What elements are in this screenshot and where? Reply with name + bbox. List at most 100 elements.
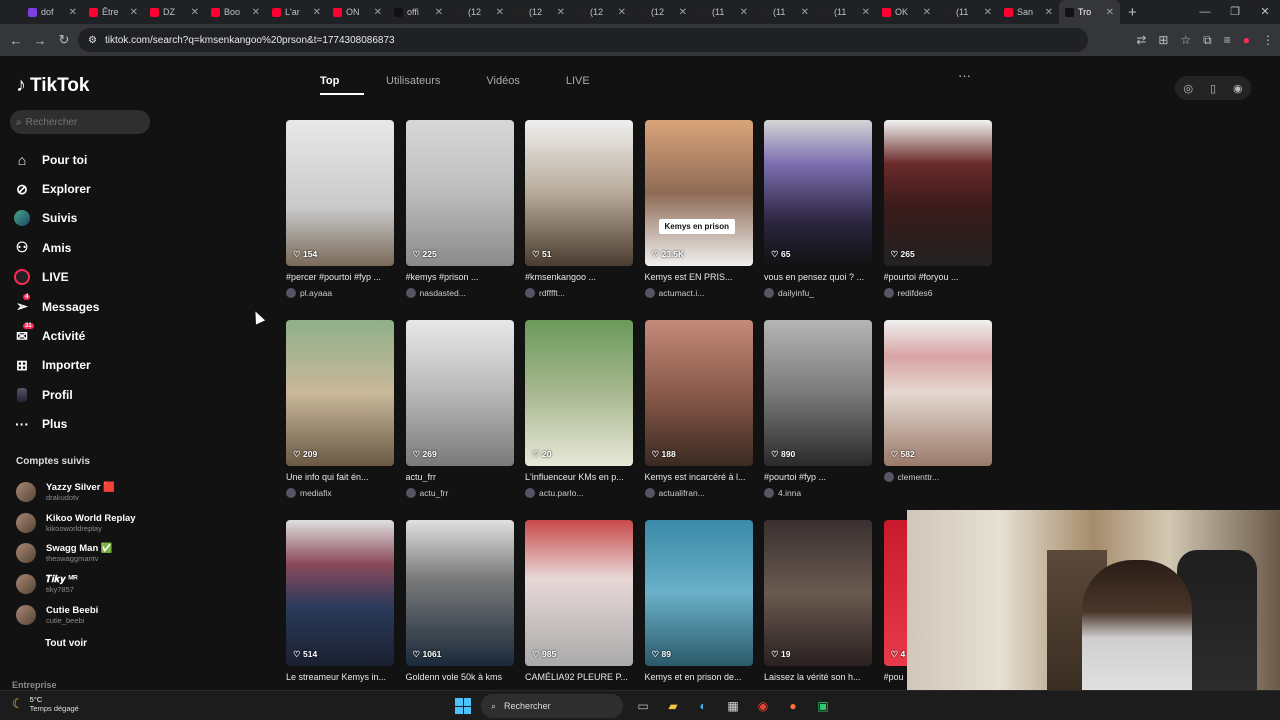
compass-tool-icon[interactable]: ◎ (1183, 82, 1193, 95)
app-icon[interactable]: ▣ (813, 696, 833, 716)
video-author[interactable]: actualifran... (644, 488, 753, 498)
chrome-icon[interactable]: ◉ (753, 696, 773, 716)
video-card[interactable]: ♡ 985 CAMÉLIA92 PLEURE P... (525, 520, 633, 682)
video-thumbnail[interactable]: ♡ 188 (644, 320, 753, 466)
tab-close-icon[interactable]: ✕ (252, 7, 260, 18)
tab-close-icon[interactable]: ✕ (69, 7, 77, 18)
followed-account[interactable]: Kikoo World Replay kikooworldreplay (16, 508, 136, 539)
video-thumbnail[interactable]: ♡ 51 (525, 120, 633, 266)
video-card[interactable]: ♡ 269 actu_frr actu_frr (405, 320, 514, 498)
task-view-icon[interactable]: ▭ (633, 696, 653, 716)
firefox-icon[interactable]: ● (783, 696, 803, 716)
video-thumbnail[interactable]: ♡ 269 (405, 320, 514, 466)
video-card[interactable]: ♡ 65 vous en pensez quoi ? ... dailyinfu_ (764, 120, 872, 298)
video-card[interactable]: ♡ 23.5K Kemys en prison Kemys est EN PRIS.… (644, 120, 753, 298)
url-input[interactable]: ⚙ tiktok.com/search?q=kmsenkangoo%20prso… (78, 28, 1088, 52)
browser-tab[interactable]: dof ✕ (22, 0, 83, 24)
close-window-icon[interactable]: ✕ (1250, 0, 1280, 24)
video-card[interactable]: ♡ 890 #pourtoi #fyp ... 4.inna (764, 320, 872, 498)
browser-tab[interactable]: (11 ✕ (937, 0, 998, 24)
sidebar-item-explorer[interactable]: ⊘ Explorer (14, 174, 99, 203)
browser-tab[interactable]: San ✕ (998, 0, 1059, 24)
video-author[interactable]: dailyinfu_ (764, 288, 872, 298)
browser-tab[interactable]: (12 ✕ (449, 0, 510, 24)
browser-tab[interactable]: ON ✕ (327, 0, 388, 24)
browser-tab[interactable]: Être ✕ (83, 0, 144, 24)
device-icon[interactable]: ▯ (1210, 82, 1216, 95)
tab-close-icon[interactable]: ✕ (130, 7, 138, 18)
video-card[interactable]: ♡ 225 #kemys #prison ... nasdasted... (405, 120, 514, 298)
tab-close-icon[interactable]: ✕ (923, 7, 931, 18)
video-card[interactable]: ♡ 514 Le streameur Kemys in... (286, 520, 394, 682)
video-thumbnail[interactable]: ♡ 265 (883, 120, 992, 266)
forward-icon[interactable]: → (28, 33, 52, 48)
tab-close-icon[interactable]: ✕ (740, 7, 748, 18)
video-card[interactable]: ♡ 154 #percer #pourtoi #fyp ... pl.ayaaa (286, 120, 394, 298)
store-icon[interactable]: ▦ (723, 696, 743, 716)
video-card[interactable]: ♡ 1061 Goldenn vole 50k à kms (405, 520, 514, 682)
browser-tab[interactable]: (11 ✕ (754, 0, 815, 24)
video-card[interactable]: ♡ 89 Kemys et en prison de... (644, 520, 753, 682)
video-description[interactable]: #percer #pourtoi #fyp ... (286, 272, 394, 282)
tab-close-icon[interactable]: ✕ (435, 7, 443, 18)
tab-close-icon[interactable]: ✕ (313, 7, 321, 18)
video-card[interactable]: ♡ 19 Laissez la vérité son h... (764, 520, 872, 682)
video-thumbnail[interactable]: ♡ 1061 (405, 520, 514, 666)
video-description[interactable]: Goldenn vole 50k à kms (406, 672, 514, 682)
video-description[interactable]: L'influenceur KMs en p... (525, 472, 633, 482)
entreprise-link[interactable]: Entreprise (12, 680, 57, 690)
browser-tab[interactable]: OK ✕ (876, 0, 937, 24)
browser-tab[interactable]: (12 ✕ (510, 0, 571, 24)
file-explorer-icon[interactable]: ▰ (663, 696, 683, 716)
video-description[interactable]: Le streameur Kemys in... (286, 672, 394, 682)
browser-tab[interactable]: offi ✕ (388, 0, 449, 24)
new-tab-icon[interactable]: + (1128, 4, 1137, 21)
edge-icon[interactable]: ◐ (693, 696, 713, 716)
menu-icon[interactable]: ⋮ (1262, 33, 1274, 47)
video-thumbnail[interactable]: ♡ 209 (286, 320, 394, 466)
video-thumbnail[interactable]: ♡ 19 (764, 520, 872, 666)
browser-tab[interactable]: (12 ✕ (571, 0, 632, 24)
minimize-icon[interactable]: — (1190, 0, 1220, 24)
sidebar-item-live[interactable]: LIVE (14, 263, 99, 292)
video-thumbnail[interactable]: ♡ 20 (525, 320, 633, 466)
video-card[interactable]: ♡ 209 Une info qui fait én... mediafix (286, 320, 394, 498)
video-author[interactable]: actumact.i... (644, 288, 753, 298)
tab-close-icon[interactable]: ✕ (1106, 7, 1114, 18)
sidebar-item-messages[interactable]: ➢ 4 Messages (14, 292, 99, 321)
video-thumbnail[interactable]: ♡ 154 (286, 120, 394, 266)
video-author[interactable]: actu.parlo... (525, 488, 633, 498)
video-author[interactable]: clementtr... (883, 472, 992, 482)
video-author[interactable]: 4.inna (764, 488, 872, 498)
tab-close-icon[interactable]: ✕ (984, 7, 992, 18)
video-thumbnail[interactable]: ♡ 890 (764, 320, 872, 466)
browser-tab[interactable]: (11 ✕ (815, 0, 876, 24)
followed-account[interactable]: Swagg Man ✅ theswaggmantv (16, 538, 136, 569)
sidebar-item-amis[interactable]: ⚇ Amis (14, 233, 99, 262)
video-description[interactable]: #pourtoi #fyp ... (764, 472, 872, 482)
sidebar-item-pour-toi[interactable]: ⌂ Pour toi (14, 145, 99, 174)
video-description[interactable]: actu_frr (406, 472, 514, 482)
followed-account[interactable]: 𝑻𝒊𝒌𝒚 ᴹᴿ tiky7857 (16, 569, 136, 600)
sidebar-item-activité[interactable]: ✉ 31 Activité (14, 321, 99, 350)
video-author[interactable]: nasdasted... (405, 288, 514, 298)
user-avatar-icon[interactable]: ◉ (1233, 82, 1243, 95)
video-card[interactable]: ♡ 20 L'influenceur KMs en p... actu.parlo.… (525, 320, 633, 498)
video-author[interactable]: rdfffft... (525, 288, 633, 298)
sidebar-item-importer[interactable]: ⊞ Importer (14, 351, 99, 380)
browser-tab[interactable]: (12 ✕ (632, 0, 693, 24)
extensions-icon[interactable]: ⧉ (1203, 33, 1212, 48)
translate-icon[interactable]: ⇄ (1136, 33, 1146, 47)
tab-top[interactable]: Top (320, 75, 364, 95)
video-author[interactable]: actu_frr (405, 488, 514, 498)
bookmark-star-icon[interactable]: ☆ (1180, 33, 1191, 47)
profile-icon[interactable]: ● (1243, 33, 1250, 47)
video-author[interactable]: pl.ayaaa (286, 288, 394, 298)
video-description[interactable]: vous en pensez quoi ? ... (764, 272, 872, 282)
tab-users[interactable]: Utilisateurs (386, 75, 440, 95)
video-description[interactable]: Kemys est EN PRIS... (645, 272, 753, 282)
sidebar-item-plus[interactable]: ··· Plus (14, 410, 99, 439)
followed-account[interactable]: Yazzy Silver 🟥 drakudotv (16, 477, 136, 508)
video-description[interactable]: CAMÉLIA92 PLEURE P... (525, 672, 633, 682)
video-author[interactable]: redifdes6 (883, 288, 992, 298)
